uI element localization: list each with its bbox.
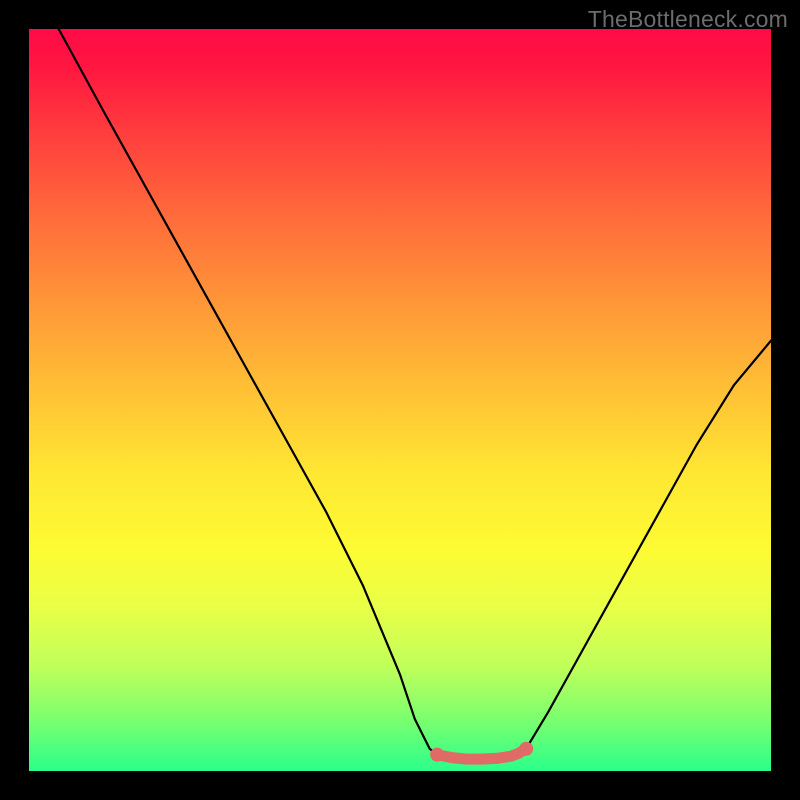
valley-endpoint-0: [430, 748, 444, 762]
curve-right-arm: [526, 341, 771, 749]
curve-layer: [29, 29, 771, 771]
valley-endpoint-1: [519, 742, 533, 756]
chart-frame: TheBottleneck.com: [0, 0, 800, 800]
plot-area: [29, 29, 771, 771]
curve-valley: [437, 749, 526, 759]
curve-left-arm: [59, 29, 437, 755]
attribution-text: TheBottleneck.com: [588, 6, 788, 33]
